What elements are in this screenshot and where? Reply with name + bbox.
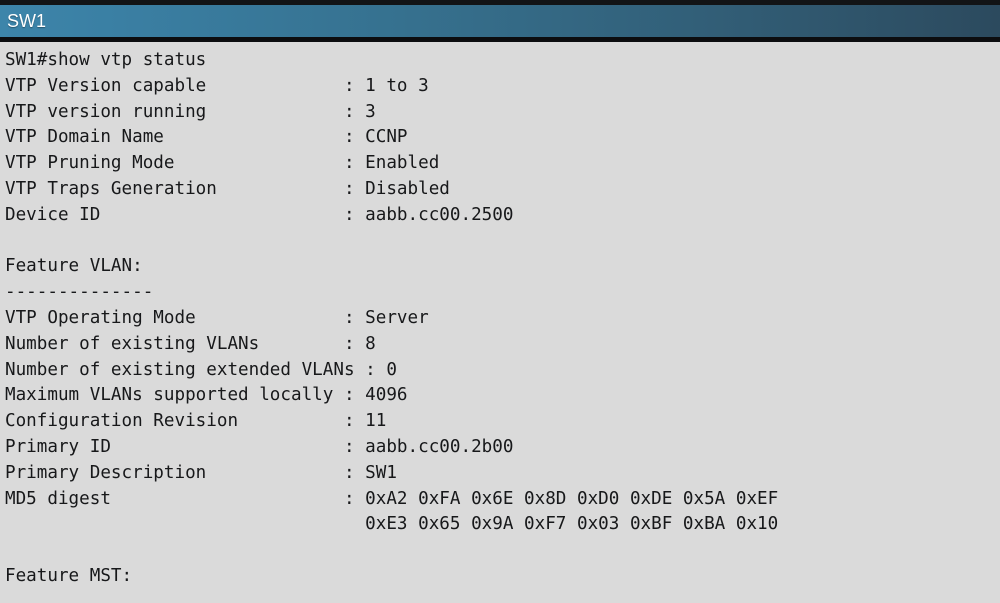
terminal-line-blank-1 xyxy=(5,229,1000,255)
terminal-window: SW1 SW1#show vtp status VTP Version capa… xyxy=(0,0,1000,603)
terminal-line-blank-2 xyxy=(5,538,1000,564)
terminal-line-primary-id: Primary ID : aabb.cc00.2b00 xyxy=(5,436,514,457)
terminal-line-vtp-operating-mode: VTP Operating Mode : Server xyxy=(5,307,429,328)
terminal-line-vtp-version-capable: VTP Version capable : 1 to 3 xyxy=(5,75,429,96)
terminal-output-area[interactable]: SW1#show vtp status VTP Version capable … xyxy=(0,42,1000,603)
terminal-line-vtp-traps-generation: VTP Traps Generation : Disabled xyxy=(5,178,450,199)
terminal-line-existing-vlans: Number of existing VLANs : 8 xyxy=(5,333,376,354)
terminal-line-md5-digest-2: 0xE3 0x65 0x9A 0xF7 0x03 0xBF 0xBA 0x10 xyxy=(5,514,779,535)
terminal-line-vtp-version-running: VTP version running : 3 xyxy=(5,101,376,122)
terminal-line-prompt: SW1#show vtp status xyxy=(5,50,207,70)
terminal-line-md5-digest-1: MD5 digest : 0xA2 0xFA 0x6E 0x8D 0xD0 0x… xyxy=(5,488,779,509)
terminal-line-existing-extended-vlans: Number of existing extended VLANs : 0 xyxy=(5,359,397,380)
window-title-bar[interactable]: SW1 xyxy=(0,5,1000,37)
terminal-line-maximum-vlans: Maximum VLANs supported locally : 4096 xyxy=(5,385,408,406)
terminal-line-configuration-revision: Configuration Revision : 11 xyxy=(5,411,387,432)
terminal-line-feature-mst-header: Feature MST: xyxy=(5,565,133,586)
terminal-line-vtp-pruning-mode: VTP Pruning Mode : Enabled xyxy=(5,153,440,174)
terminal-line-vtp-domain-name: VTP Domain Name : CCNP xyxy=(5,127,408,148)
terminal-line-device-id: Device ID : aabb.cc00.2500 xyxy=(5,204,514,225)
terminal-line-feature-vlan-header: Feature VLAN: xyxy=(5,256,143,277)
terminal-line-primary-description: Primary Description : SW1 xyxy=(5,462,397,483)
terminal-line-feature-vlan-rule: -------------- xyxy=(5,282,154,303)
window-title-label: SW1 xyxy=(7,11,47,31)
